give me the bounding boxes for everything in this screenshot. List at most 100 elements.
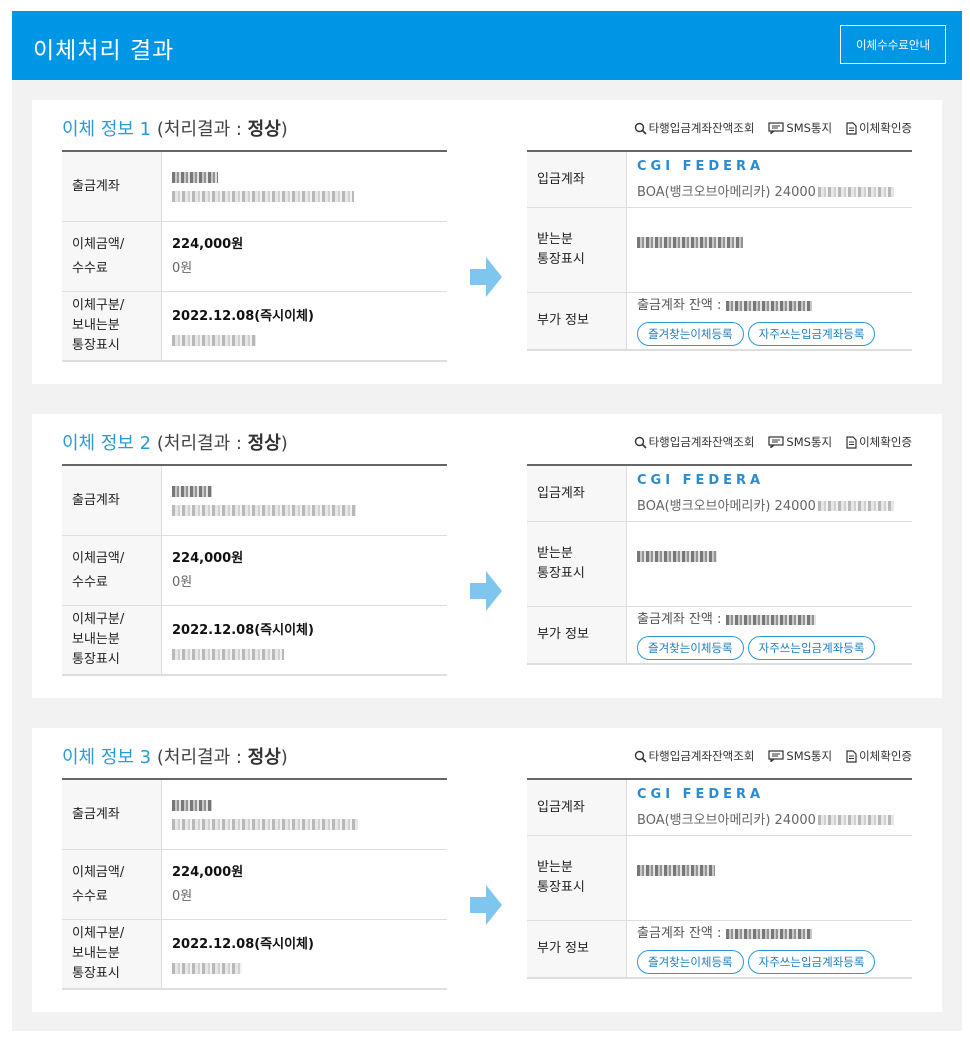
fee-guide-button[interactable]: 이체수수료안내	[840, 25, 946, 64]
withdraw-account-label: 출금계좌	[62, 780, 162, 849]
extra-info-value: 출금계좌 잔액 : 즐겨찾는이체등록 자주쓰는입금계좌등록	[627, 607, 912, 663]
balance-line: 출금계좌 잔액 :	[637, 610, 912, 630]
card-title: 이체 정보 2 (처리결과 : 정상)	[62, 433, 288, 454]
transfer-date-type: 2022.12.08(즉시이체)	[172, 622, 314, 638]
result-panel: 이체처리 결과 이체수수료안내 이체 정보 1 (처리결과 : 정상) 타행입금…	[12, 11, 962, 1031]
transfer-card: 이체 정보 2 (처리결과 : 정상) 타행입금계좌잔액조회 SMS통지 이체확…	[32, 414, 942, 698]
transfer-amount: 224,000원	[172, 864, 244, 880]
transfer-number: 이체 정보 3	[62, 747, 152, 768]
receiver-label: 받는분 통장표시	[527, 836, 627, 920]
table-row: 출금계좌	[62, 152, 447, 222]
favorite-transfer-button[interactable]: 즐겨찾는이체등록	[637, 636, 744, 660]
receiver-label: 받는분 통장표시	[527, 522, 627, 606]
register-buttons: 즐겨찾는이체등록 자주쓰는입금계좌등록	[637, 950, 912, 974]
masked-account-number	[172, 504, 356, 516]
masked-sender-display	[172, 334, 256, 346]
masked-account-owner	[172, 799, 212, 811]
deposit-account-value: CGI FEDERA BOA(뱅크오브아메리카) 24000	[627, 466, 912, 521]
withdraw-table: 출금계좌 이체금액/수수료 224,000원 0원 이체구분/보내는분 통장표시 …	[62, 150, 447, 362]
masked-account-number	[172, 818, 358, 830]
withdraw-account-value	[162, 152, 447, 221]
table-row: 출금계좌	[62, 780, 447, 850]
table-row: 이체구분/보내는분 통장표시 2022.12.08(즉시이체)	[62, 920, 447, 990]
table-row: 받는분 통장표시	[527, 522, 912, 607]
register-buttons: 즐겨찾는이체등록 자주쓰는입금계좌등록	[637, 636, 912, 660]
transfer-number: 이체 정보 1	[62, 119, 152, 140]
withdraw-account-label: 출금계좌	[62, 152, 162, 221]
balance-check-link[interactable]: 타행입금계좌잔액조회	[634, 120, 754, 136]
page-header: 이체처리 결과 이체수수료안내	[12, 11, 962, 80]
receiver-value	[627, 522, 912, 606]
withdraw-account-label: 출금계좌	[62, 466, 162, 535]
balance-check-link[interactable]: 타행입금계좌잔액조회	[634, 434, 754, 450]
card-title: 이체 정보 3 (처리결과 : 정상)	[62, 747, 288, 768]
card-actions: 타행입금계좌잔액조회 SMS통지 이체확인증	[634, 434, 912, 450]
transfer-amount: 224,000원	[172, 236, 244, 252]
frequent-account-button[interactable]: 자주쓰는입금계좌등록	[747, 322, 876, 346]
withdraw-account-value	[162, 466, 447, 535]
arrow-right-icon	[470, 885, 502, 925]
frequent-account-button[interactable]: 자주쓰는입금계좌등록	[747, 950, 876, 974]
transfer-amount: 224,000원	[172, 550, 244, 566]
deposit-account-value: CGI FEDERA BOA(뱅크오브아메리카) 24000	[627, 780, 912, 835]
table-row: 부가 정보 출금계좌 잔액 : 즐겨찾는이체등록 자주쓰는입금계좌등록	[527, 607, 912, 665]
frequent-account-button[interactable]: 자주쓰는입금계좌등록	[747, 636, 876, 660]
bank-name: CGI FEDERA	[637, 158, 765, 174]
confirm-cert-link[interactable]: 이체확인증	[846, 434, 912, 450]
document-icon	[846, 435, 857, 449]
card-title: 이체 정보 1 (처리결과 : 정상)	[62, 119, 288, 140]
transfer-card: 이체 정보 1 (처리결과 : 정상) 타행입금계좌잔액조회 SMS통지 이체확…	[32, 100, 942, 384]
table-row: 입금계좌 CGI FEDERA BOA(뱅크오브아메리카) 24000	[527, 466, 912, 522]
page-title: 이체처리 결과	[33, 38, 175, 64]
type-value: 2022.12.08(즉시이체)	[162, 606, 447, 674]
extra-info-label: 부가 정보	[527, 607, 627, 663]
masked-sender-display	[172, 648, 284, 660]
deposit-table: 입금계좌 CGI FEDERA BOA(뱅크오브아메리카) 24000 받는분 통…	[527, 464, 912, 665]
deposit-account-label: 입금계좌	[527, 466, 627, 521]
withdraw-table: 출금계좌 이체금액/수수료 224,000원 0원 이체구분/보내는분 통장표시 …	[62, 778, 447, 990]
table-row: 이체금액/수수료 224,000원 0원	[62, 850, 447, 920]
favorite-transfer-button[interactable]: 즐겨찾는이체등록	[637, 950, 744, 974]
type-label: 이체구분/보내는분 통장표시	[62, 606, 162, 674]
deposit-account-value: CGI FEDERA BOA(뱅크오브아메리카) 24000	[627, 152, 912, 207]
withdraw-table: 출금계좌 이체금액/수수료 224,000원 0원 이체구분/보내는분 통장표시 …	[62, 464, 447, 676]
amount-fee-value: 224,000원 0원	[162, 850, 447, 919]
balance-check-link[interactable]: 타행입금계좌잔액조회	[634, 748, 754, 764]
sms-notify-link[interactable]: SMS통지	[768, 748, 832, 764]
balance-line: 출금계좌 잔액 :	[637, 296, 912, 316]
search-icon	[634, 750, 647, 763]
confirm-cert-link[interactable]: 이체확인증	[846, 120, 912, 136]
message-icon	[768, 122, 785, 134]
sms-notify-link[interactable]: SMS통지	[768, 120, 832, 136]
bank-account: BOA(뱅크오브아메리카) 24000	[637, 811, 912, 831]
transfer-fee: 0원	[172, 888, 193, 904]
deposit-table: 입금계좌 CGI FEDERA BOA(뱅크오브아메리카) 24000 받는분 통…	[527, 150, 912, 351]
document-icon	[846, 749, 857, 763]
search-icon	[634, 122, 647, 135]
sms-notify-link[interactable]: SMS통지	[768, 434, 832, 450]
masked-receiver-display	[637, 864, 715, 876]
bank-name: CGI FEDERA	[637, 786, 765, 802]
transfer-fee: 0원	[172, 574, 193, 590]
table-row: 받는분 통장표시	[527, 836, 912, 921]
type-value: 2022.12.08(즉시이체)	[162, 292, 447, 360]
favorite-transfer-button[interactable]: 즐겨찾는이체등록	[637, 322, 744, 346]
amount-fee-label: 이체금액/수수료	[62, 222, 162, 291]
extra-info-value: 출금계좌 잔액 : 즐겨찾는이체등록 자주쓰는입금계좌등록	[627, 293, 912, 349]
deposit-account-label: 입금계좌	[527, 152, 627, 207]
masked-sender-display	[172, 962, 242, 974]
bank-account: BOA(뱅크오브아메리카) 24000	[637, 183, 912, 203]
extra-info-label: 부가 정보	[527, 293, 627, 349]
card-actions: 타행입금계좌잔액조회 SMS통지 이체확인증	[634, 120, 912, 136]
deposit-table: 입금계좌 CGI FEDERA BOA(뱅크오브아메리카) 24000 받는분 통…	[527, 778, 912, 979]
table-row: 출금계좌	[62, 466, 447, 536]
extra-info-label: 부가 정보	[527, 921, 627, 977]
amount-fee-label: 이체금액/수수료	[62, 536, 162, 605]
result-status: 정상	[247, 433, 281, 454]
confirm-cert-link[interactable]: 이체확인증	[846, 748, 912, 764]
type-value: 2022.12.08(즉시이체)	[162, 920, 447, 988]
amount-fee-value: 224,000원 0원	[162, 222, 447, 291]
document-icon	[846, 121, 857, 135]
masked-receiver-display	[637, 236, 743, 248]
card-actions: 타행입금계좌잔액조회 SMS통지 이체확인증	[634, 748, 912, 764]
